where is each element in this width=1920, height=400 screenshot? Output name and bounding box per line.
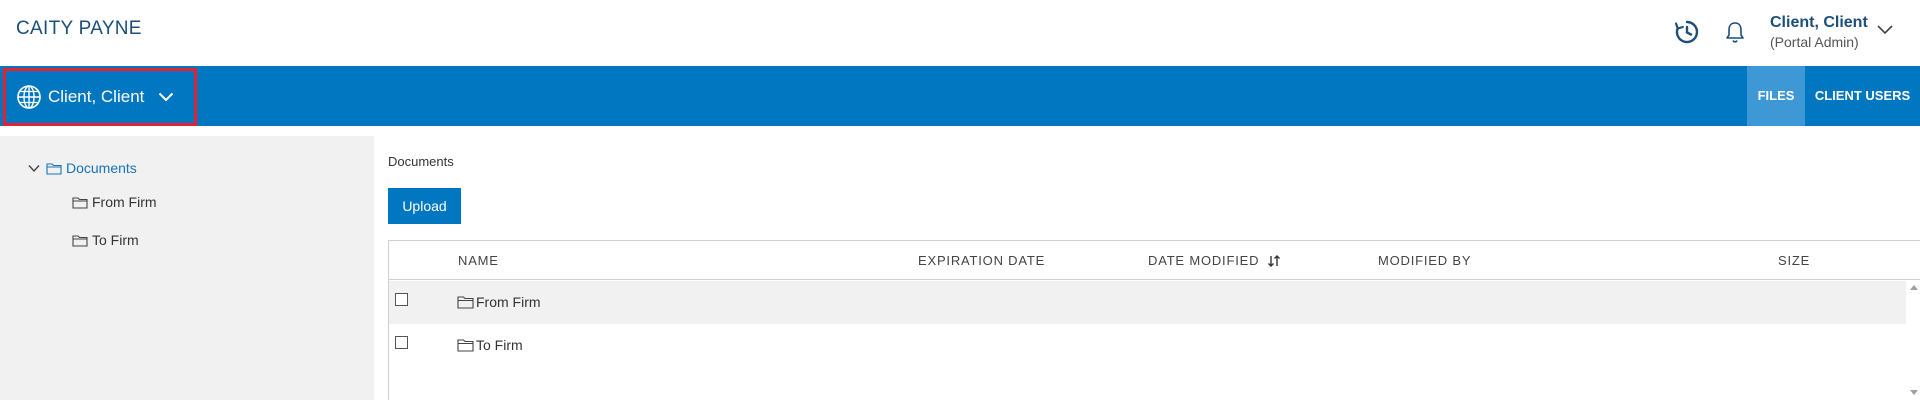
folder-icon (46, 162, 62, 175)
tree-item-to-firm[interactable]: To Firm (72, 232, 139, 248)
nav-bar: Client, Client FILES CLIENT USERS (0, 66, 1920, 126)
folder-tree: Documents From Firm To Firm (0, 136, 374, 400)
client-selector-label: Client, Client (48, 87, 145, 106)
main-content: Documents Upload NAME EXPIRATION DATE DA… (374, 136, 1920, 400)
row-checkbox[interactable] (395, 293, 408, 306)
chevron-down-icon[interactable] (28, 164, 40, 173)
upload-button[interactable]: Upload (388, 188, 461, 224)
sort-icon[interactable] (1267, 254, 1281, 268)
folder-icon (72, 234, 88, 247)
breadcrumb: Documents (388, 154, 454, 169)
row-name-label: From Firm (476, 294, 541, 310)
table-header: NAME EXPIRATION DATE DATE MODIFIED MODIF… (389, 241, 1920, 280)
firm-name: CAITY PAYNE (16, 18, 142, 39)
scroll-up-arrow-icon[interactable] (1910, 285, 1918, 290)
user-role: (Portal Admin) (1770, 34, 1859, 50)
row-name-label: To Firm (476, 337, 523, 353)
row-name-link[interactable]: To Firm (457, 337, 523, 353)
tree-item-label: From Firm (92, 194, 157, 210)
scroll-down-arrow-icon[interactable] (1910, 390, 1918, 395)
column-header-name[interactable]: NAME (458, 253, 499, 268)
tab-client-users[interactable]: CLIENT USERS (1805, 66, 1920, 126)
tree-item-from-firm[interactable]: From Firm (72, 194, 157, 210)
column-header-modified-by[interactable]: MODIFIED BY (1378, 253, 1471, 268)
chevron-down-icon (159, 92, 174, 102)
tree-item-label: To Firm (92, 232, 139, 248)
chevron-down-icon[interactable] (1876, 24, 1894, 36)
tab-files[interactable]: FILES (1747, 66, 1805, 126)
table-row[interactable]: From Firm (389, 281, 1906, 324)
bell-icon[interactable] (1722, 19, 1748, 45)
folder-icon (72, 196, 88, 209)
tree-item-documents[interactable]: Documents (28, 160, 137, 176)
top-header: CAITY PAYNE Client, Client (Portal Admin… (0, 0, 1920, 66)
column-header-date-modified[interactable]: DATE MODIFIED (1148, 253, 1281, 268)
client-selector[interactable]: Client, Client (3, 68, 197, 126)
globe-icon (17, 85, 41, 109)
folder-icon (457, 296, 474, 309)
vertical-scrollbar[interactable] (1906, 281, 1920, 400)
user-name: Client, Client (1770, 14, 1868, 31)
row-checkbox[interactable] (395, 336, 408, 349)
folder-icon (457, 339, 474, 352)
column-header-label: DATE MODIFIED (1148, 253, 1260, 268)
files-table: NAME EXPIRATION DATE DATE MODIFIED MODIF… (388, 240, 1920, 400)
history-icon[interactable] (1674, 19, 1700, 45)
user-menu[interactable]: Client, Client (Portal Admin) (1770, 14, 1868, 50)
table-row[interactable]: To Firm (389, 324, 1906, 367)
tree-item-label: Documents (66, 160, 137, 176)
column-header-size[interactable]: SIZE (1778, 253, 1810, 268)
row-name-link[interactable]: From Firm (457, 294, 541, 310)
column-header-expiration-date[interactable]: EXPIRATION DATE (918, 253, 1045, 268)
